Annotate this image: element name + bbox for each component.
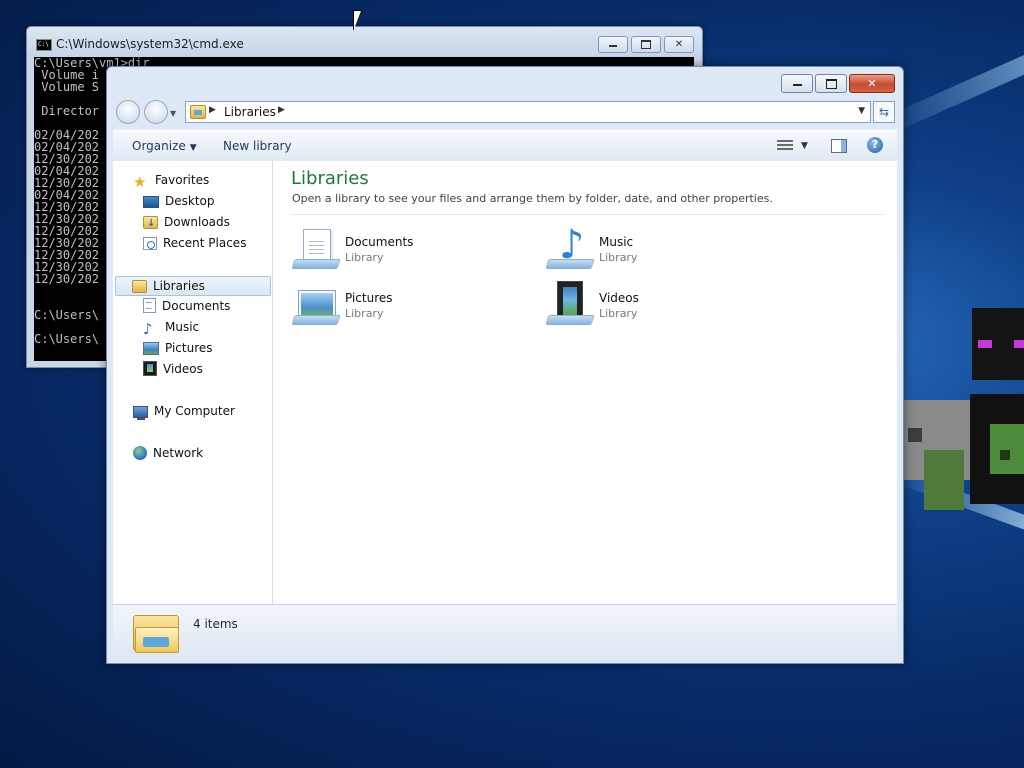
star-icon: ★ xyxy=(133,173,147,191)
nav-item-documents[interactable]: Documents xyxy=(143,297,230,315)
libraries-folder-icon xyxy=(133,611,179,653)
organize-label: Organize xyxy=(132,139,186,153)
chevron-down-icon: ▼ xyxy=(189,143,197,153)
nav-item-videos[interactable]: Videos xyxy=(143,360,203,378)
nav-item-libraries[interactable]: Libraries xyxy=(115,276,271,296)
nav-item-recent-places[interactable]: Recent Places xyxy=(143,234,246,252)
explorer-minimize-button[interactable] xyxy=(781,74,813,93)
nav-item-network[interactable]: Network xyxy=(133,444,203,462)
navigation-bar: ▼ ▶ Libraries ▶ ▼ ⇆ xyxy=(107,97,903,127)
address-bar[interactable]: ▶ Libraries ▶ ▼ xyxy=(185,101,871,123)
details-pane: 4 items xyxy=(113,604,897,662)
cmd-minimize-button[interactable] xyxy=(598,36,628,53)
explorer-titlebar[interactable] xyxy=(107,67,903,97)
breadcrumb-arrow-icon[interactable]: ▶ xyxy=(209,105,216,115)
nav-item-favorites[interactable]: ★ Favorites xyxy=(133,171,209,191)
nav-item-downloads[interactable]: Downloads xyxy=(143,213,230,233)
organize-button[interactable]: Organize ▼ xyxy=(132,139,197,153)
new-library-button[interactable]: New library xyxy=(223,139,292,153)
page-title: Libraries xyxy=(291,168,369,189)
nav-item-desktop[interactable]: Desktop xyxy=(143,192,215,210)
cmd-titlebar[interactable]: C:\ C:\Windows\system32\cmd.exe ✕ xyxy=(27,27,702,57)
nav-item-pictures[interactable]: Pictures xyxy=(143,339,213,357)
music-note-icon: ♪ xyxy=(143,320,153,338)
desktop-wallpaper-image xyxy=(904,300,1024,540)
nav-item-my-computer[interactable]: My Computer xyxy=(133,402,235,420)
document-icon xyxy=(143,298,156,313)
recent-places-icon xyxy=(143,237,157,250)
explorer-close-button[interactable] xyxy=(849,74,895,93)
recent-pages-dropdown[interactable]: ▼ xyxy=(170,109,176,118)
cmd-maximize-button[interactable] xyxy=(631,36,661,53)
nav-item-music[interactable]: ♪ Music xyxy=(143,318,199,338)
documents-library-icon xyxy=(291,225,341,271)
cmd-close-button[interactable]: ✕ xyxy=(664,36,694,53)
command-bar: Organize ▼ New library ▼ ? xyxy=(113,130,897,163)
navigation-pane: ★Favorites Desktop Downloads Recent Plac… xyxy=(113,161,273,604)
change-view-icon[interactable] xyxy=(777,138,793,154)
explorer-maximize-button[interactable] xyxy=(815,74,847,93)
preview-pane-icon[interactable] xyxy=(831,139,847,153)
picture-icon xyxy=(143,342,159,355)
address-dropdown-icon[interactable]: ▼ xyxy=(858,106,865,116)
cmd-icon: C:\ xyxy=(36,39,52,51)
back-button[interactable] xyxy=(116,100,140,124)
videos-library-icon xyxy=(545,281,595,327)
breadcrumb-arrow-icon[interactable]: ▶ xyxy=(278,105,285,115)
breadcrumb-libraries[interactable]: Libraries xyxy=(224,105,276,119)
downloads-folder-icon xyxy=(143,215,158,233)
pictures-library-icon xyxy=(291,281,341,327)
refresh-button[interactable]: ⇆ xyxy=(873,101,895,123)
forward-button[interactable] xyxy=(144,100,168,124)
mouse-pointer-icon xyxy=(354,11,361,29)
cmd-window-title: C:\Windows\system32\cmd.exe xyxy=(56,37,244,51)
music-library-icon: ♪ xyxy=(545,225,595,271)
item-count: 4 items xyxy=(193,617,238,631)
page-subtitle: Open a library to see your files and arr… xyxy=(292,192,773,205)
library-tile-music[interactable]: ♪ Music Library xyxy=(545,225,765,275)
content-pane[interactable]: Libraries Open a library to see your fil… xyxy=(273,161,897,604)
libraries-folder-icon xyxy=(190,105,206,119)
view-options-dropdown[interactable]: ▼ xyxy=(801,141,808,151)
divider xyxy=(291,214,883,215)
library-tile-videos[interactable]: Videos Library xyxy=(545,281,765,331)
explorer-window[interactable]: ▼ ▶ Libraries ▶ ▼ ⇆ Organize▼ New librar… xyxy=(106,66,904,664)
library-tile-documents[interactable]: Documents Library xyxy=(291,225,511,275)
libraries-folder-icon xyxy=(132,280,147,293)
computer-icon xyxy=(133,406,148,420)
network-icon xyxy=(133,446,147,460)
help-icon[interactable]: ? xyxy=(867,137,883,153)
library-tile-pictures[interactable]: Pictures Library xyxy=(291,281,511,331)
video-icon xyxy=(143,361,157,376)
desktop-icon xyxy=(143,196,159,208)
